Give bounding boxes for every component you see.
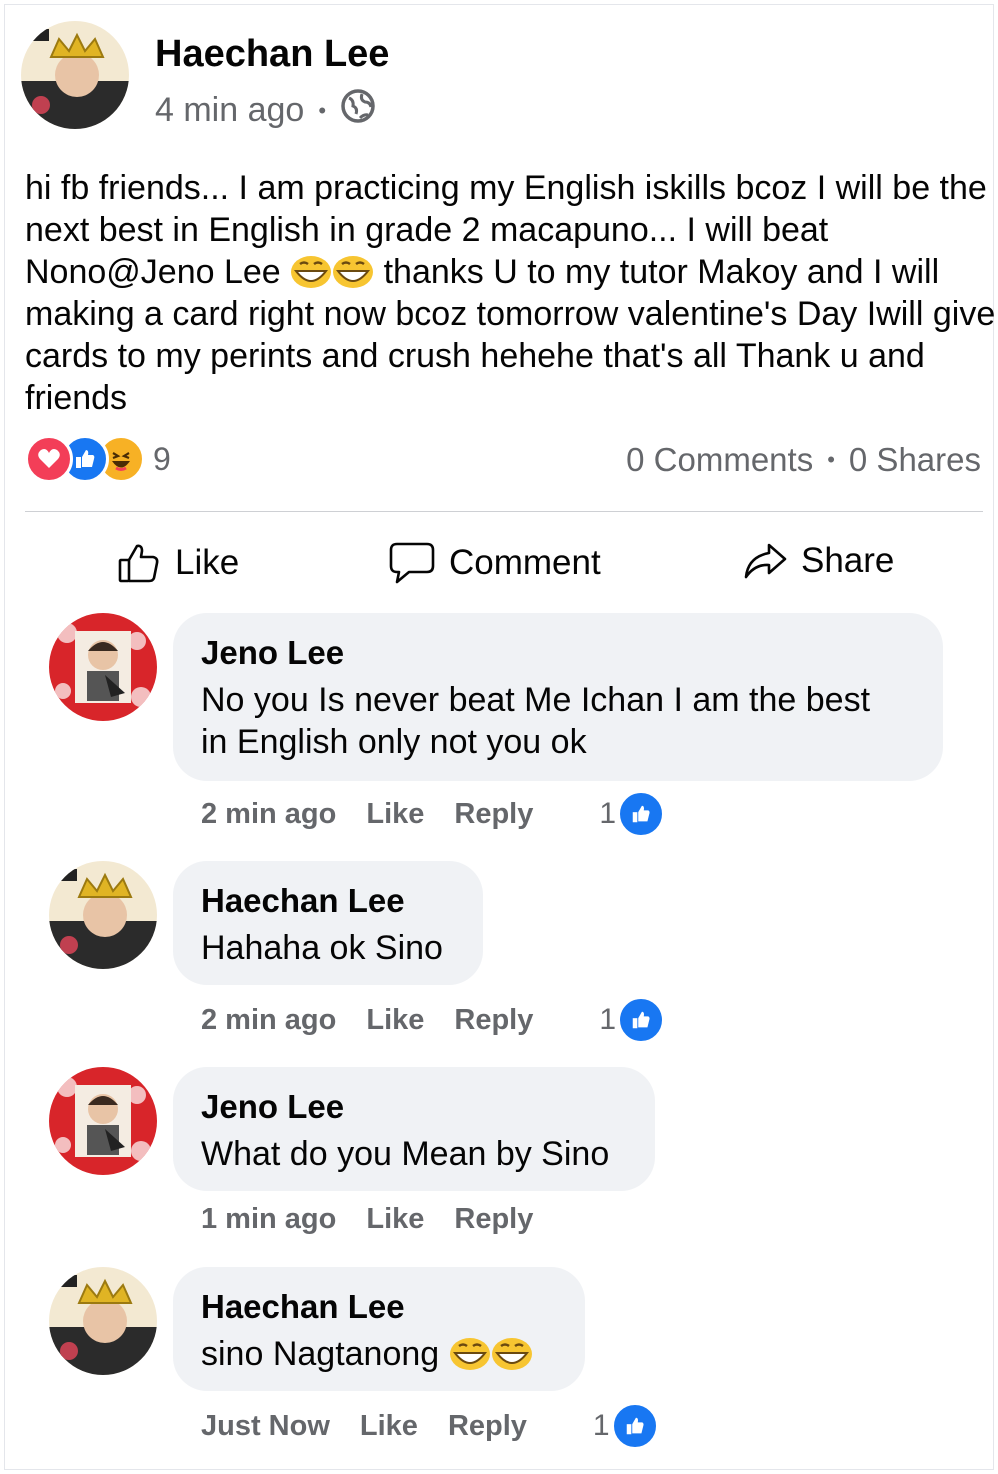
separator-dot: • xyxy=(827,447,835,472)
author-avatar[interactable] xyxy=(21,21,129,129)
heart-icon xyxy=(25,435,73,483)
comment-reaction[interactable]: 1 xyxy=(593,1403,658,1449)
like-button-label: Like xyxy=(175,543,240,582)
comment-like-button[interactable]: Like xyxy=(366,798,424,831)
comment-text: Hahaha ok Sino xyxy=(201,929,443,967)
comment-time[interactable]: 2 min ago xyxy=(201,798,336,831)
grin-emoji-icon xyxy=(491,1337,533,1371)
thumbs-up-icon xyxy=(611,1403,658,1449)
commenter-name[interactable]: Haechan Lee xyxy=(201,1287,557,1327)
comment-time[interactable]: 2 min ago xyxy=(201,1004,336,1037)
comment-reply-button[interactable]: Reply xyxy=(454,1004,533,1037)
separator-dot: • xyxy=(318,97,327,123)
comment-bubble: Jeno Lee What do you Mean by Sino xyxy=(173,1067,655,1191)
comment-bubble: Haechan Lee Hahaha ok Sino xyxy=(173,861,483,985)
comment-like-count: 1 xyxy=(599,1003,617,1036)
commenter-name[interactable]: Jeno Lee xyxy=(201,633,915,673)
commenter-avatar[interactable] xyxy=(49,861,157,969)
comment-reply-button[interactable]: Reply xyxy=(454,1203,533,1236)
globe-icon xyxy=(340,88,376,133)
reaction-count: 9 xyxy=(153,440,171,477)
comment-button-label: Comment xyxy=(449,543,601,582)
comment-meta: Just Now Like Reply 1 xyxy=(201,1403,658,1449)
commenter-avatar[interactable] xyxy=(49,1267,157,1375)
comment-like-button[interactable]: Like xyxy=(360,1410,418,1443)
comment-text-line: in English only not you ok xyxy=(201,723,587,761)
comment-text-line: No you Is never beat Me Ichan I am the b… xyxy=(201,681,871,719)
grin-emoji-icon xyxy=(449,1337,491,1371)
comment-like-count: 1 xyxy=(592,1409,610,1442)
comment-reaction[interactable]: 1 xyxy=(599,997,665,1043)
commenter-name[interactable]: Haechan Lee xyxy=(201,881,455,921)
commenter-avatar[interactable] xyxy=(49,1067,157,1175)
grin-emoji-icon xyxy=(332,255,374,289)
comment-time[interactable]: 1 min ago xyxy=(201,1203,336,1236)
comment-like-button[interactable]: Like xyxy=(366,1004,424,1037)
comment-reply-button[interactable]: Reply xyxy=(448,1410,527,1443)
comment-meta: 2 min ago Like Reply 1 xyxy=(201,791,665,837)
comment-reply-button[interactable]: Reply xyxy=(454,798,533,831)
shares-count[interactable]: 0 Shares xyxy=(849,441,981,479)
comment-icon xyxy=(389,542,435,584)
comment-reaction[interactable]: 1 xyxy=(599,791,665,837)
post-stats: 0 Comments • 0 Shares xyxy=(626,441,981,479)
thumbs-up-icon xyxy=(618,997,665,1043)
comment-meta: 1 min ago Like Reply xyxy=(201,1203,563,1236)
post-text: hi fb friends... I am practicing my Engl… xyxy=(25,167,998,419)
commenter-avatar[interactable] xyxy=(49,613,157,721)
share-button[interactable]: Share xyxy=(743,541,894,581)
comment-bubble: Haechan Lee sino Nagtanong xyxy=(173,1267,585,1391)
comment-meta: 2 min ago Like Reply 1 xyxy=(201,997,665,1043)
comment-text-line: sino Nagtanong xyxy=(201,1335,440,1373)
comment-text: sino Nagtanong xyxy=(201,1333,557,1375)
commenter-name[interactable]: Jeno Lee xyxy=(201,1087,627,1127)
post-card: Haechan Lee 4 min ago • hi fb friends...… xyxy=(4,4,995,1470)
comments-count[interactable]: 0 Comments xyxy=(626,441,813,479)
post-meta: 4 min ago • xyxy=(155,88,376,133)
post-time[interactable]: 4 min ago xyxy=(155,91,304,130)
comment-bubble: Jeno Lee No you Is never beat Me Ichan I… xyxy=(173,613,943,781)
thumbs-up-icon xyxy=(618,791,665,837)
comment-like-button[interactable]: Like xyxy=(366,1203,424,1236)
share-arrow-icon xyxy=(744,543,787,579)
author-name[interactable]: Haechan Lee xyxy=(155,33,389,76)
grin-emoji-icon xyxy=(290,255,332,289)
comment-text: No you Is never beat Me Ichan I am the b… xyxy=(201,679,915,763)
comment-text: What do you Mean by Sino xyxy=(201,1135,610,1173)
share-button-label: Share xyxy=(801,541,895,580)
thumbs-up-outline-icon xyxy=(118,544,159,583)
comment-time[interactable]: Just Now xyxy=(201,1410,330,1443)
like-button[interactable]: Like xyxy=(117,541,239,585)
reactions-summary[interactable]: 9 xyxy=(25,435,171,483)
comment-button[interactable]: Comment xyxy=(389,541,601,585)
divider xyxy=(25,511,983,512)
comment-like-count: 1 xyxy=(599,797,617,830)
